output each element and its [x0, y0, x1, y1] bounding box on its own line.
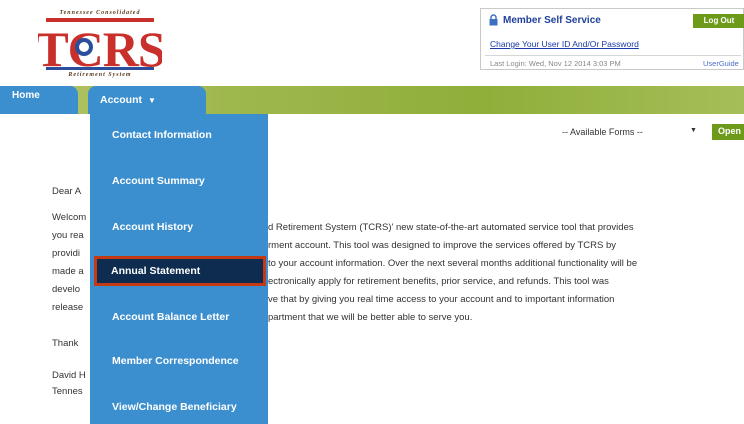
- chevron-down-icon: ▼: [690, 127, 697, 134]
- nav-tab-account[interactable]: Account ▼: [88, 86, 206, 114]
- nav-tab-home-label: Home: [12, 90, 40, 101]
- available-forms-select[interactable]: -- Available Forms -- ▼: [562, 127, 702, 141]
- menu-item-account-summary[interactable]: Account Summary: [90, 166, 268, 196]
- letter-text: rment account. This tool was designed to…: [268, 240, 616, 251]
- open-form-button[interactable]: Open: [712, 124, 744, 140]
- letter-text: David H: [52, 370, 86, 381]
- menu-item-contact-information[interactable]: Contact Information: [90, 120, 268, 150]
- letter-text: Tennes: [52, 386, 83, 397]
- menu-item-account-balance-letter[interactable]: Account Balance Letter: [90, 302, 268, 332]
- letter-text: ve that by giving you real time access t…: [268, 294, 615, 305]
- account-dropdown-menu: Contact Information Account Summary Acco…: [90, 114, 268, 424]
- letter-text: partment that we will be better able to …: [268, 312, 473, 323]
- member-self-service-title: Member Self Service: [503, 15, 601, 26]
- available-forms-selected: -- Available Forms --: [562, 127, 643, 137]
- nav-tab-home[interactable]: Home: [0, 86, 78, 114]
- change-credentials-link[interactable]: Change Your User ID And/Or Password: [490, 39, 639, 49]
- letter-text: release: [52, 302, 84, 313]
- chevron-down-icon: ▼: [148, 96, 156, 105]
- nav-tab-account-label: Account: [100, 94, 142, 106]
- tcrs-logo[interactable]: Tennessee Consolidated TCRS Retirement S…: [38, 10, 162, 80]
- member-self-service-box: Member Self Service Log Out Change Your …: [480, 8, 744, 70]
- menu-item-member-correspondence[interactable]: Member Correspondence: [90, 346, 268, 376]
- letter-text: d Retirement System (TCRS)' new state-of…: [268, 222, 634, 233]
- page-header: Tennessee Consolidated TCRS Retirement S…: [0, 0, 744, 88]
- letter-text: Dear A: [52, 186, 82, 197]
- letter-text: providi: [52, 248, 80, 259]
- menu-item-annual-statement[interactable]: Annual Statement: [94, 256, 266, 286]
- logout-button[interactable]: Log Out: [693, 14, 744, 28]
- letter-text: develo: [52, 284, 80, 295]
- logo-bottom-text: Retirement System: [68, 72, 132, 78]
- last-login-text: Last Login: Wed, Nov 12 2014 3:03 PM: [490, 59, 621, 68]
- logo-mark: TCRS: [38, 18, 162, 72]
- letter-text: Thank: [52, 338, 79, 349]
- divider: [485, 55, 741, 56]
- letter-text: ectronically apply for retirement benefi…: [268, 276, 609, 287]
- menu-item-view-change-beneficiary[interactable]: View/Change Beneficiary: [90, 392, 268, 422]
- user-guide-link[interactable]: UserGuide: [703, 59, 739, 68]
- lock-icon: [489, 14, 498, 26]
- menu-item-account-history[interactable]: Account History: [90, 212, 268, 242]
- letter-text: you rea: [52, 230, 84, 241]
- letter-text: made a: [52, 266, 84, 277]
- letter-text: to your account information. Over the ne…: [268, 258, 638, 269]
- logo-main-text: TCRS: [38, 21, 162, 72]
- letter-text: Welcom: [52, 212, 87, 223]
